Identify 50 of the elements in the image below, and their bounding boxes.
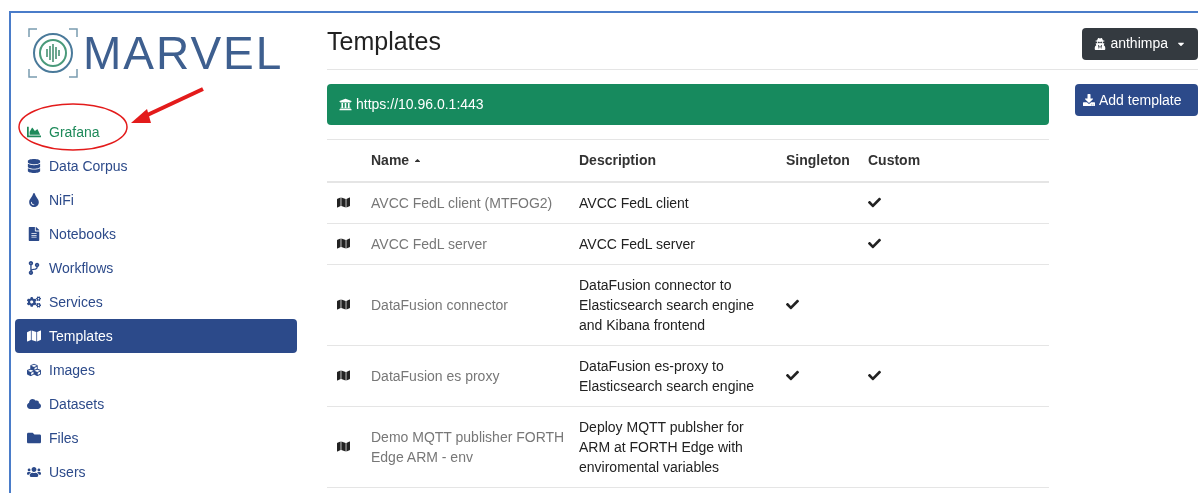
download-icon xyxy=(1083,94,1095,106)
add-template-button[interactable]: Add template xyxy=(1075,84,1198,116)
template-name-link[interactable]: DataFusion es proxy xyxy=(371,365,567,386)
database-icon xyxy=(27,159,41,173)
template-name-link[interactable]: Demo MQTT publisher FORTH Edge ARM - env xyxy=(371,426,567,467)
map-icon xyxy=(337,237,350,250)
template-name-link[interactable]: AVCC FedL server xyxy=(371,233,567,254)
drop-icon xyxy=(27,193,41,207)
folder-icon xyxy=(27,431,41,445)
template-description: AVCC FedL client xyxy=(579,193,690,213)
sidebar-item[interactable]: Notebooks xyxy=(15,217,297,251)
column-header[interactable]: Name xyxy=(371,149,423,171)
chart-icon xyxy=(27,125,41,139)
user-menu-button[interactable]: anthimpa xyxy=(1082,27,1198,60)
column-header: Description xyxy=(579,150,656,170)
map-icon xyxy=(337,298,350,311)
template-description: Deploy MQTT publsher for ARM at FORTH Edge with enviromental variables xyxy=(579,417,745,477)
map-icon xyxy=(337,369,350,382)
sidebar-item[interactable]: NiFi xyxy=(15,183,297,217)
map-icon xyxy=(27,329,41,343)
cubes-icon xyxy=(27,363,41,377)
template-description: DataFusion connector to Elasticsearch search engine and Kibana frontend xyxy=(579,275,756,335)
gears-icon xyxy=(27,295,41,309)
users-icon xyxy=(27,465,41,479)
user-icon xyxy=(1094,37,1107,50)
server-url: https://10.96.0.1:443 xyxy=(356,95,484,114)
branch-icon xyxy=(27,261,41,275)
template-name-link[interactable]: AVCC FedL client (MTFOG2) xyxy=(371,192,567,213)
sidebar-item[interactable]: Images xyxy=(15,353,297,387)
column-header: Custom xyxy=(868,150,921,170)
document-icon xyxy=(27,227,41,241)
sidebar-item[interactable]: Services xyxy=(15,285,297,319)
map-icon xyxy=(337,440,350,453)
sidebar-item[interactable]: Templates xyxy=(15,319,297,353)
sidebar-item[interactable]: Workflows xyxy=(15,251,297,285)
column-header: Singleton xyxy=(786,150,850,170)
page-title: Templates xyxy=(327,25,441,57)
map-icon xyxy=(337,196,350,209)
bank-icon xyxy=(339,98,352,111)
sidebar-item[interactable]: Datasets xyxy=(15,387,297,421)
sidebar-item[interactable]: Users xyxy=(15,455,297,489)
sidebar-item[interactable]: Grafana xyxy=(15,115,297,149)
logo-text: MARVEL xyxy=(83,30,284,76)
template-description: AVCC FedL server xyxy=(579,234,696,254)
cloud-icon xyxy=(27,397,41,411)
logo-icon xyxy=(27,27,79,79)
sidebar-item[interactable]: Files xyxy=(15,421,297,455)
template-name-link[interactable]: DataFusion connector xyxy=(371,294,567,315)
sidebar-item[interactable]: Data Corpus xyxy=(15,149,297,183)
template-description: DataFusion es-proxy to Elasticsearch search engine xyxy=(579,356,756,396)
